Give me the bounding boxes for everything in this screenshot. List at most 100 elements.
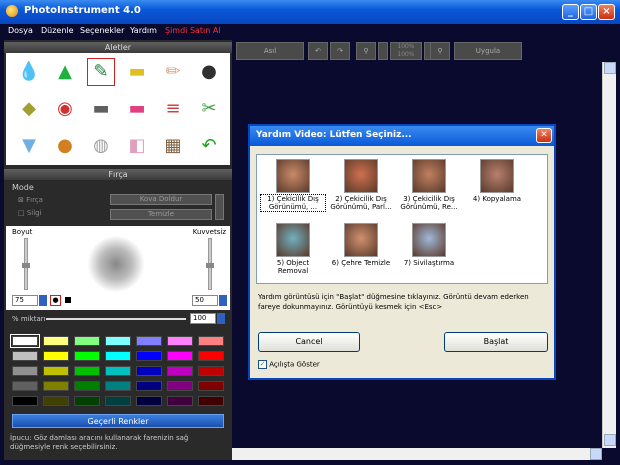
percent-spinner[interactable]: 100 xyxy=(190,313,216,324)
color-swatch[interactable] xyxy=(167,381,193,391)
color-swatch[interactable] xyxy=(74,381,100,391)
menu-help[interactable]: Yardım xyxy=(130,26,157,35)
video-item[interactable]: 2) Çekicilik Dış Görünümü, Parl... xyxy=(329,159,393,211)
tool-button[interactable]: ▼ xyxy=(16,133,42,159)
strength-spin-arrows[interactable] xyxy=(219,295,227,306)
vertical-scrollbar[interactable] xyxy=(602,62,616,448)
clear-button[interactable]: Temizle xyxy=(110,209,212,220)
original-button[interactable]: Asıl xyxy=(236,42,304,60)
color-swatch[interactable] xyxy=(12,396,38,406)
color-swatch[interactable] xyxy=(12,381,38,391)
color-swatch[interactable] xyxy=(136,381,162,391)
menu-options[interactable]: Seçenekler xyxy=(80,26,124,35)
valid-colors-button[interactable]: Geçerli Renkler xyxy=(12,414,224,428)
color-swatch[interactable] xyxy=(105,381,131,391)
square-brush-icon[interactable] xyxy=(64,296,72,304)
strength-spinner[interactable]: 50 xyxy=(192,295,218,306)
tool-button[interactable]: ✏ xyxy=(160,59,186,85)
color-swatch[interactable] xyxy=(43,351,69,361)
tool-button[interactable]: ● xyxy=(196,59,222,85)
scroll-right-arrow[interactable] xyxy=(590,448,602,460)
mode-erase-radio[interactable]: □ Silgi xyxy=(18,209,42,217)
scroll-down-arrow[interactable] xyxy=(604,434,616,446)
cancel-button[interactable]: Cancel xyxy=(258,332,360,352)
color-swatch[interactable] xyxy=(105,351,131,361)
show-on-start-checkbox[interactable]: ✓ Açılışta Göster xyxy=(258,360,320,369)
percent-spin-arrows[interactable] xyxy=(217,313,225,324)
size-spin-arrows[interactable] xyxy=(39,295,47,306)
color-swatch[interactable] xyxy=(198,366,224,376)
tool-button[interactable]: ◍ xyxy=(88,133,114,159)
color-swatch[interactable] xyxy=(12,366,38,376)
color-swatch[interactable] xyxy=(136,396,162,406)
color-swatch[interactable] xyxy=(198,396,224,406)
tool-button[interactable]: ▬ xyxy=(124,96,150,122)
dialog-close-button[interactable]: ✕ xyxy=(536,128,552,143)
color-swatch[interactable] xyxy=(43,381,69,391)
color-swatch[interactable] xyxy=(136,366,162,376)
color-swatch[interactable] xyxy=(167,351,193,361)
color-swatch[interactable] xyxy=(136,336,162,346)
rotate-left-button[interactable] xyxy=(378,42,388,60)
tool-button[interactable]: ◧ xyxy=(124,133,150,159)
color-swatch[interactable] xyxy=(74,351,100,361)
color-swatch[interactable] xyxy=(105,366,131,376)
color-swatch[interactable] xyxy=(167,396,193,406)
redo-button[interactable]: ↷ xyxy=(330,42,350,60)
undo-button[interactable]: ↶ xyxy=(308,42,328,60)
tool-button[interactable]: ✂ xyxy=(196,96,222,122)
scroll-up-arrow[interactable] xyxy=(604,62,616,74)
size-spinner[interactable]: 75 xyxy=(12,295,38,306)
color-swatch[interactable] xyxy=(43,336,69,346)
maximize-button[interactable]: □ xyxy=(580,4,597,20)
video-item[interactable]: 7) Sivilaştırma xyxy=(397,223,461,267)
color-swatch[interactable] xyxy=(10,334,40,348)
zoom-out-button[interactable]: ⚲ xyxy=(356,42,376,60)
round-brush-icon[interactable]: ● xyxy=(50,295,61,306)
color-swatch[interactable] xyxy=(74,396,100,406)
menu-buy-now[interactable]: Şimdi Satın Al xyxy=(165,26,221,35)
color-swatch[interactable] xyxy=(74,366,100,376)
video-item[interactable]: 1) Çekicilik Dış Görünümü, ... xyxy=(260,159,326,212)
percent-slider[interactable] xyxy=(46,318,186,320)
menu-edit[interactable]: Düzenle xyxy=(41,26,74,35)
tool-button[interactable]: ▲ xyxy=(52,59,78,85)
tool-button[interactable]: 💧 xyxy=(16,59,42,85)
apply-button[interactable]: Uygula xyxy=(454,42,522,60)
tool-button[interactable]: ▬ xyxy=(88,96,114,122)
color-swatch[interactable] xyxy=(167,336,193,346)
panel-scroll[interactable] xyxy=(215,194,224,220)
minimize-button[interactable]: _ xyxy=(562,4,579,20)
tool-button[interactable]: ▬ xyxy=(124,59,150,85)
horizontal-scrollbar[interactable] xyxy=(232,448,602,460)
color-swatch[interactable] xyxy=(105,336,131,346)
video-item[interactable]: 4) Kopyalama xyxy=(465,159,529,203)
start-button[interactable]: Başlat xyxy=(444,332,548,352)
tool-button[interactable]: ↶ xyxy=(196,133,222,159)
color-swatch[interactable] xyxy=(43,366,69,376)
mode-brush-radio[interactable]: ⊠ Fırça xyxy=(18,196,43,204)
close-button[interactable]: × xyxy=(598,4,615,20)
color-swatch[interactable] xyxy=(198,381,224,391)
tool-button[interactable]: ● xyxy=(52,133,78,159)
color-swatch[interactable] xyxy=(198,351,224,361)
tool-button[interactable]: ◆ xyxy=(16,96,42,122)
tool-button[interactable]: ≡ xyxy=(160,96,186,122)
color-swatch[interactable] xyxy=(12,351,38,361)
color-swatch[interactable] xyxy=(105,396,131,406)
color-swatch[interactable] xyxy=(136,351,162,361)
strength-slider[interactable] xyxy=(206,238,214,290)
fill-bucket-button[interactable]: Kova Doldur xyxy=(110,194,212,205)
tool-button[interactable]: ✎ xyxy=(87,58,115,86)
tool-button[interactable]: ▦ xyxy=(160,133,186,159)
menu-file[interactable]: Dosya xyxy=(8,26,33,35)
color-swatch[interactable] xyxy=(74,336,100,346)
color-swatch[interactable] xyxy=(43,396,69,406)
color-swatch[interactable] xyxy=(198,336,224,346)
video-item[interactable]: 6) Çehre Temizle xyxy=(329,223,393,267)
video-item[interactable]: 3) Çekicilik Dış Görünümü, Re... xyxy=(397,159,461,211)
video-item[interactable]: 5) Object Removal xyxy=(261,223,325,275)
color-swatch[interactable] xyxy=(167,366,193,376)
zoom-in-button[interactable]: ⚲ xyxy=(430,42,450,60)
size-slider[interactable] xyxy=(22,238,30,290)
